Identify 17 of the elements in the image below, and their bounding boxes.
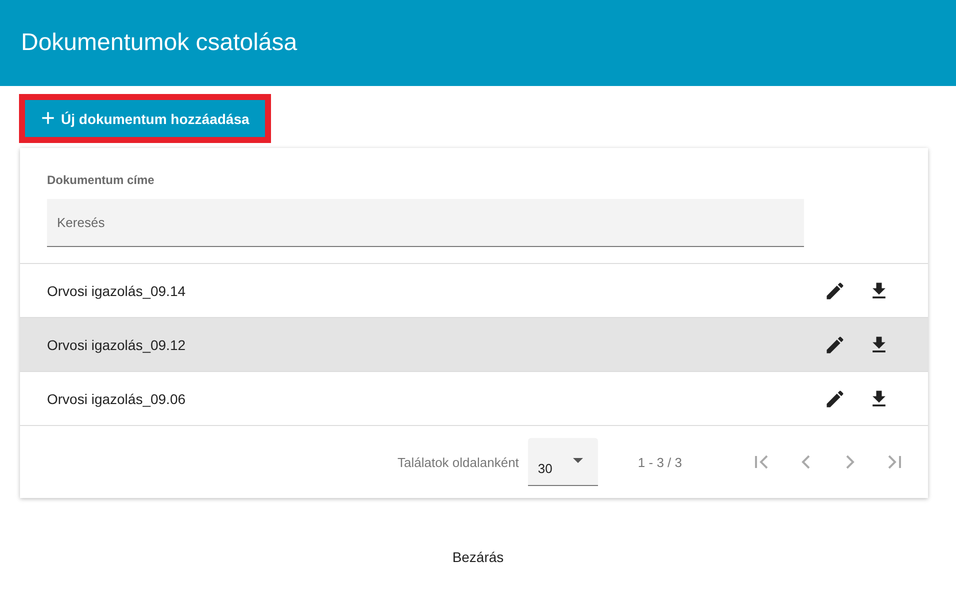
document-row[interactable]: Orvosi igazolás_09.12 bbox=[20, 318, 928, 372]
dropdown-caret-icon bbox=[572, 458, 583, 463]
edit-icon[interactable] bbox=[824, 334, 846, 356]
search-field[interactable]: Keresés bbox=[47, 199, 804, 247]
document-name: Orvosi igazolás_09.06 bbox=[47, 390, 187, 406]
page-size-select[interactable]: 30 bbox=[528, 438, 598, 486]
document-name: Orvosi igazolás_09.14 bbox=[47, 282, 187, 298]
dialog-title: Dokumentumok csatolása bbox=[21, 29, 298, 57]
page-range: 1 - 3 / 3 bbox=[638, 454, 682, 470]
document-row[interactable]: Orvosi igazolás_09.06 bbox=[20, 372, 928, 426]
document-name: Orvosi igazolás_09.12 bbox=[47, 336, 187, 352]
page-size-label: Találatok oldalanként bbox=[398, 454, 519, 470]
edit-icon[interactable] bbox=[824, 388, 846, 410]
close-button[interactable]: Bezárás bbox=[436, 540, 520, 572]
filter-label: Dokumentum címe bbox=[47, 173, 156, 187]
document-row[interactable]: Orvosi igazolás_09.14 bbox=[20, 264, 928, 318]
edit-icon[interactable] bbox=[824, 280, 846, 302]
